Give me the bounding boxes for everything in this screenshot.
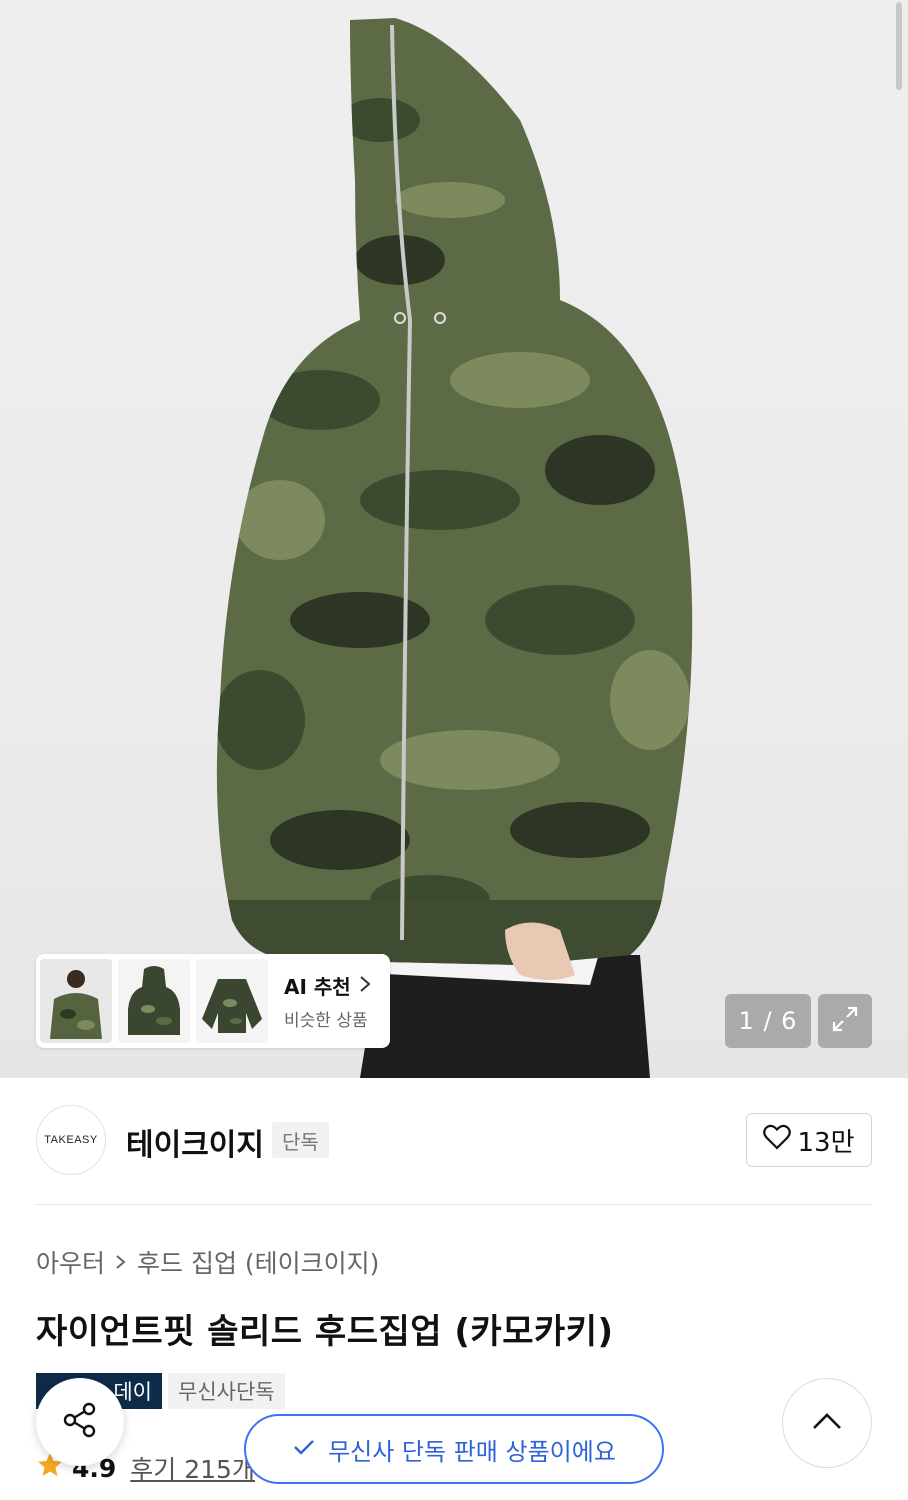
review-count-link[interactable]: 후기 215개 — [130, 1450, 255, 1486]
chevron-up-icon — [811, 1411, 843, 1435]
brand-name[interactable]: 테이크이지 — [126, 1120, 264, 1164]
share-icon — [60, 1400, 100, 1444]
product-image-gallery[interactable]: AI 추천 비슷한 상품 1 / 6 — [0, 0, 908, 1078]
share-button[interactable] — [36, 1378, 124, 1466]
thumbnail-3[interactable] — [196, 959, 268, 1043]
exclusive-tag: 무신사단독 — [168, 1373, 285, 1409]
ai-recommend-text[interactable]: AI 추천 비슷한 상품 — [284, 971, 371, 1031]
check-icon — [292, 1435, 316, 1463]
brand-logo[interactable]: TAKEASY — [36, 1105, 106, 1175]
product-title: 자이언트핏 솔리드 후드집업 (카모카키) — [36, 1312, 614, 1352]
ai-title: AI 추천 — [284, 975, 351, 999]
toast-message: 무신사 단독 판매 상품이에요 — [328, 1437, 616, 1466]
breadcrumb-item-outer[interactable]: 아우터 — [36, 1244, 105, 1280]
breadcrumb: 아우터 후드 집업 (테이크이지) — [36, 1244, 379, 1280]
expand-button[interactable] — [818, 994, 872, 1048]
ai-recommend-strip[interactable]: AI 추천 비슷한 상품 — [36, 954, 390, 1048]
heart-icon — [763, 1124, 792, 1157]
scrollbar[interactable] — [896, 2, 902, 90]
thumbnail-2[interactable] — [118, 959, 190, 1043]
scroll-to-top-button[interactable] — [782, 1378, 872, 1468]
product-photo — [216, 18, 693, 1078]
thumbnail-1[interactable] — [40, 959, 112, 1043]
like-button[interactable]: 13만 — [746, 1113, 872, 1167]
chevron-right-icon — [115, 1248, 127, 1277]
expand-icon — [830, 1004, 860, 1038]
chevron-right-icon — [359, 974, 371, 998]
image-counter: 1 / 6 — [725, 994, 811, 1048]
exclusive-badge: 단독 — [272, 1122, 329, 1158]
like-count: 13만 — [797, 1127, 855, 1158]
breadcrumb-item-hood-zipup[interactable]: 후드 집업 (테이크이지) — [137, 1244, 379, 1280]
brand-row: TAKEASY 테이크이지 단독 13만 — [0, 1078, 908, 1204]
exclusive-toast: 무신사 단독 판매 상품이에요 — [244, 1414, 664, 1484]
divider — [36, 1204, 872, 1205]
ai-subtitle: 비슷한 상품 — [284, 1011, 368, 1031]
